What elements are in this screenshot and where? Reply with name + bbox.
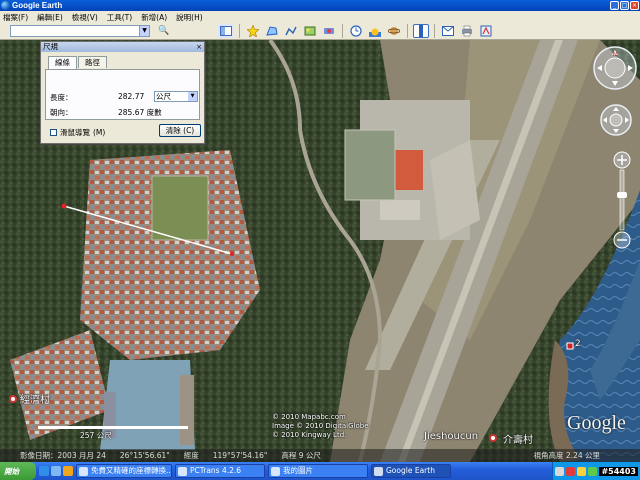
menu-add[interactable]: 新增(A) [141, 12, 167, 23]
menu-view[interactable]: 檢視(V) [72, 12, 98, 23]
planets-icon[interactable] [386, 24, 402, 38]
toolbar-separator [407, 24, 408, 38]
taskbar-item-my-pictures[interactable]: 我的圖片 [268, 464, 368, 478]
minimize-button[interactable]: _ [610, 1, 619, 10]
unit-select[interactable]: 公尺 ▼ [154, 91, 198, 102]
taskbar-item-pctrans[interactable]: PCTrans 4.2.6 [175, 464, 265, 478]
search-input[interactable]: ▼ [10, 25, 150, 37]
image-counter-badge: #54403 [599, 466, 638, 476]
menu-edit[interactable]: 編輯(E) [37, 12, 63, 23]
ruler-dialog-title: 尺規 × [41, 42, 204, 52]
toolbar: ▼ 🔍 [0, 23, 640, 40]
status-bar: 影像日期：2003 月月 24 26°15'56.61" 經度 119°57'5… [0, 449, 640, 462]
system-tray: #54403 [552, 462, 640, 480]
chevron-down-icon[interactable]: ▼ [139, 26, 149, 36]
move-joystick[interactable] [600, 104, 632, 136]
email-icon[interactable] [440, 24, 456, 38]
view-in-maps-icon[interactable] [478, 24, 494, 38]
window-title: Google Earth [12, 1, 63, 10]
eye-altitude-readout: 視角高度 2.24 公里 [533, 451, 600, 460]
marker-label: 2 [575, 339, 581, 349]
toolbar-buttons [218, 24, 494, 38]
taskbar-item-coord-convert[interactable]: 免費又精確的座標轉換... [76, 464, 172, 478]
desktop-icon[interactable] [51, 466, 61, 476]
google-logo: Google [567, 412, 626, 434]
latitude-readout: 26°15'56.61" [119, 451, 170, 460]
window-controls: _ □ × [610, 1, 640, 10]
checkbox-box[interactable] [50, 129, 57, 136]
elevation-readout: 高程 9 公尺 [281, 451, 321, 460]
taskbar-item-google-earth[interactable]: Google Earth [371, 464, 451, 478]
maximize-button[interactable]: □ [620, 1, 629, 10]
tab-line[interactable]: 線條 [48, 56, 77, 69]
media-icon[interactable] [63, 466, 73, 476]
toolbar-separator [239, 24, 240, 38]
copyright-notice: © 2010 Mapabc.com Image © 2010 DigitalGl… [272, 413, 369, 439]
scale-bar-label: 257 公尺 [80, 431, 112, 440]
title-bar: Google Earth _ □ × [0, 0, 640, 11]
ruler-tabs: 線條 路徑 [48, 56, 108, 69]
placemark-icon[interactable] [245, 24, 261, 38]
windows-taskbar: 開始 免費又精確的座標轉換... PCTrans 4.2.6 我的圖片 Goog… [0, 462, 640, 480]
chevron-down-icon[interactable]: ▼ [188, 92, 197, 101]
menu-file[interactable]: 檔案(F) [3, 12, 28, 23]
menu-bar: 檔案(F) 編輯(E) 檢視(V) 工具(T) 新增(A) 說明(H) [0, 11, 640, 23]
close-button[interactable]: × [630, 1, 639, 10]
length-label: 長度： [50, 93, 73, 102]
start-button[interactable]: 開始 [0, 462, 36, 480]
place-label-jieshoucun[interactable]: Jieshoucun [424, 431, 478, 442]
menu-tools[interactable]: 工具(T) [107, 12, 132, 23]
tab-path[interactable]: 路徑 [78, 56, 107, 68]
ruler-close-icon[interactable]: × [196, 42, 202, 52]
clear-button[interactable]: 清除 (C) [159, 124, 201, 137]
path-icon[interactable] [283, 24, 299, 38]
tray-shield-icon[interactable] [566, 466, 576, 476]
mouse-nav-checkbox[interactable]: 滑鼠導覽 (M) [50, 127, 105, 138]
imagery-date: 影像日期：2003 月月 24 [20, 451, 106, 460]
length-value: 282.77 [118, 92, 145, 101]
sunlight-icon[interactable] [367, 24, 383, 38]
image-overlay-icon[interactable] [302, 24, 318, 38]
place-label-west-village[interactable]: 經濟村 [20, 391, 50, 406]
record-tour-icon[interactable] [321, 24, 337, 38]
heading-label: 朝向： [50, 108, 73, 117]
ruler-icon[interactable] [413, 24, 429, 38]
svg-text:N: N [613, 51, 618, 58]
toolbar-separator [342, 24, 343, 38]
quick-launch [39, 466, 73, 476]
google-earth-app-icon [1, 1, 10, 10]
longitude-readout: 119°57'54.16" [212, 451, 268, 460]
tray-volume-icon[interactable] [577, 466, 587, 476]
search-icon[interactable]: 🔍 [157, 25, 171, 37]
hide-sidebar-icon[interactable] [218, 24, 234, 38]
tray-network-icon[interactable] [555, 466, 565, 476]
place-label-jieshou-village[interactable]: 介壽村 [503, 431, 533, 446]
polygon-icon[interactable] [264, 24, 280, 38]
ie-icon[interactable] [39, 466, 49, 476]
ruler-panel: 長度： 282.77 公尺 ▼ 朝向： 285.67 度數 [45, 69, 200, 120]
ruler-dialog: 尺規 × 線條 路徑 長度： 282.77 公尺 ▼ 朝向： 285.67 度數… [40, 41, 205, 144]
longitude-label: 經度 [183, 451, 199, 460]
heading-value: 285.67 度數 [118, 108, 162, 117]
historical-imagery-icon[interactable] [348, 24, 364, 38]
look-joystick[interactable]: N [593, 46, 637, 90]
print-icon[interactable] [459, 24, 475, 38]
tray-ime-icon[interactable] [588, 466, 598, 476]
toolbar-separator [434, 24, 435, 38]
zoom-slider[interactable] [610, 150, 634, 250]
menu-help[interactable]: 說明(H) [176, 12, 203, 23]
